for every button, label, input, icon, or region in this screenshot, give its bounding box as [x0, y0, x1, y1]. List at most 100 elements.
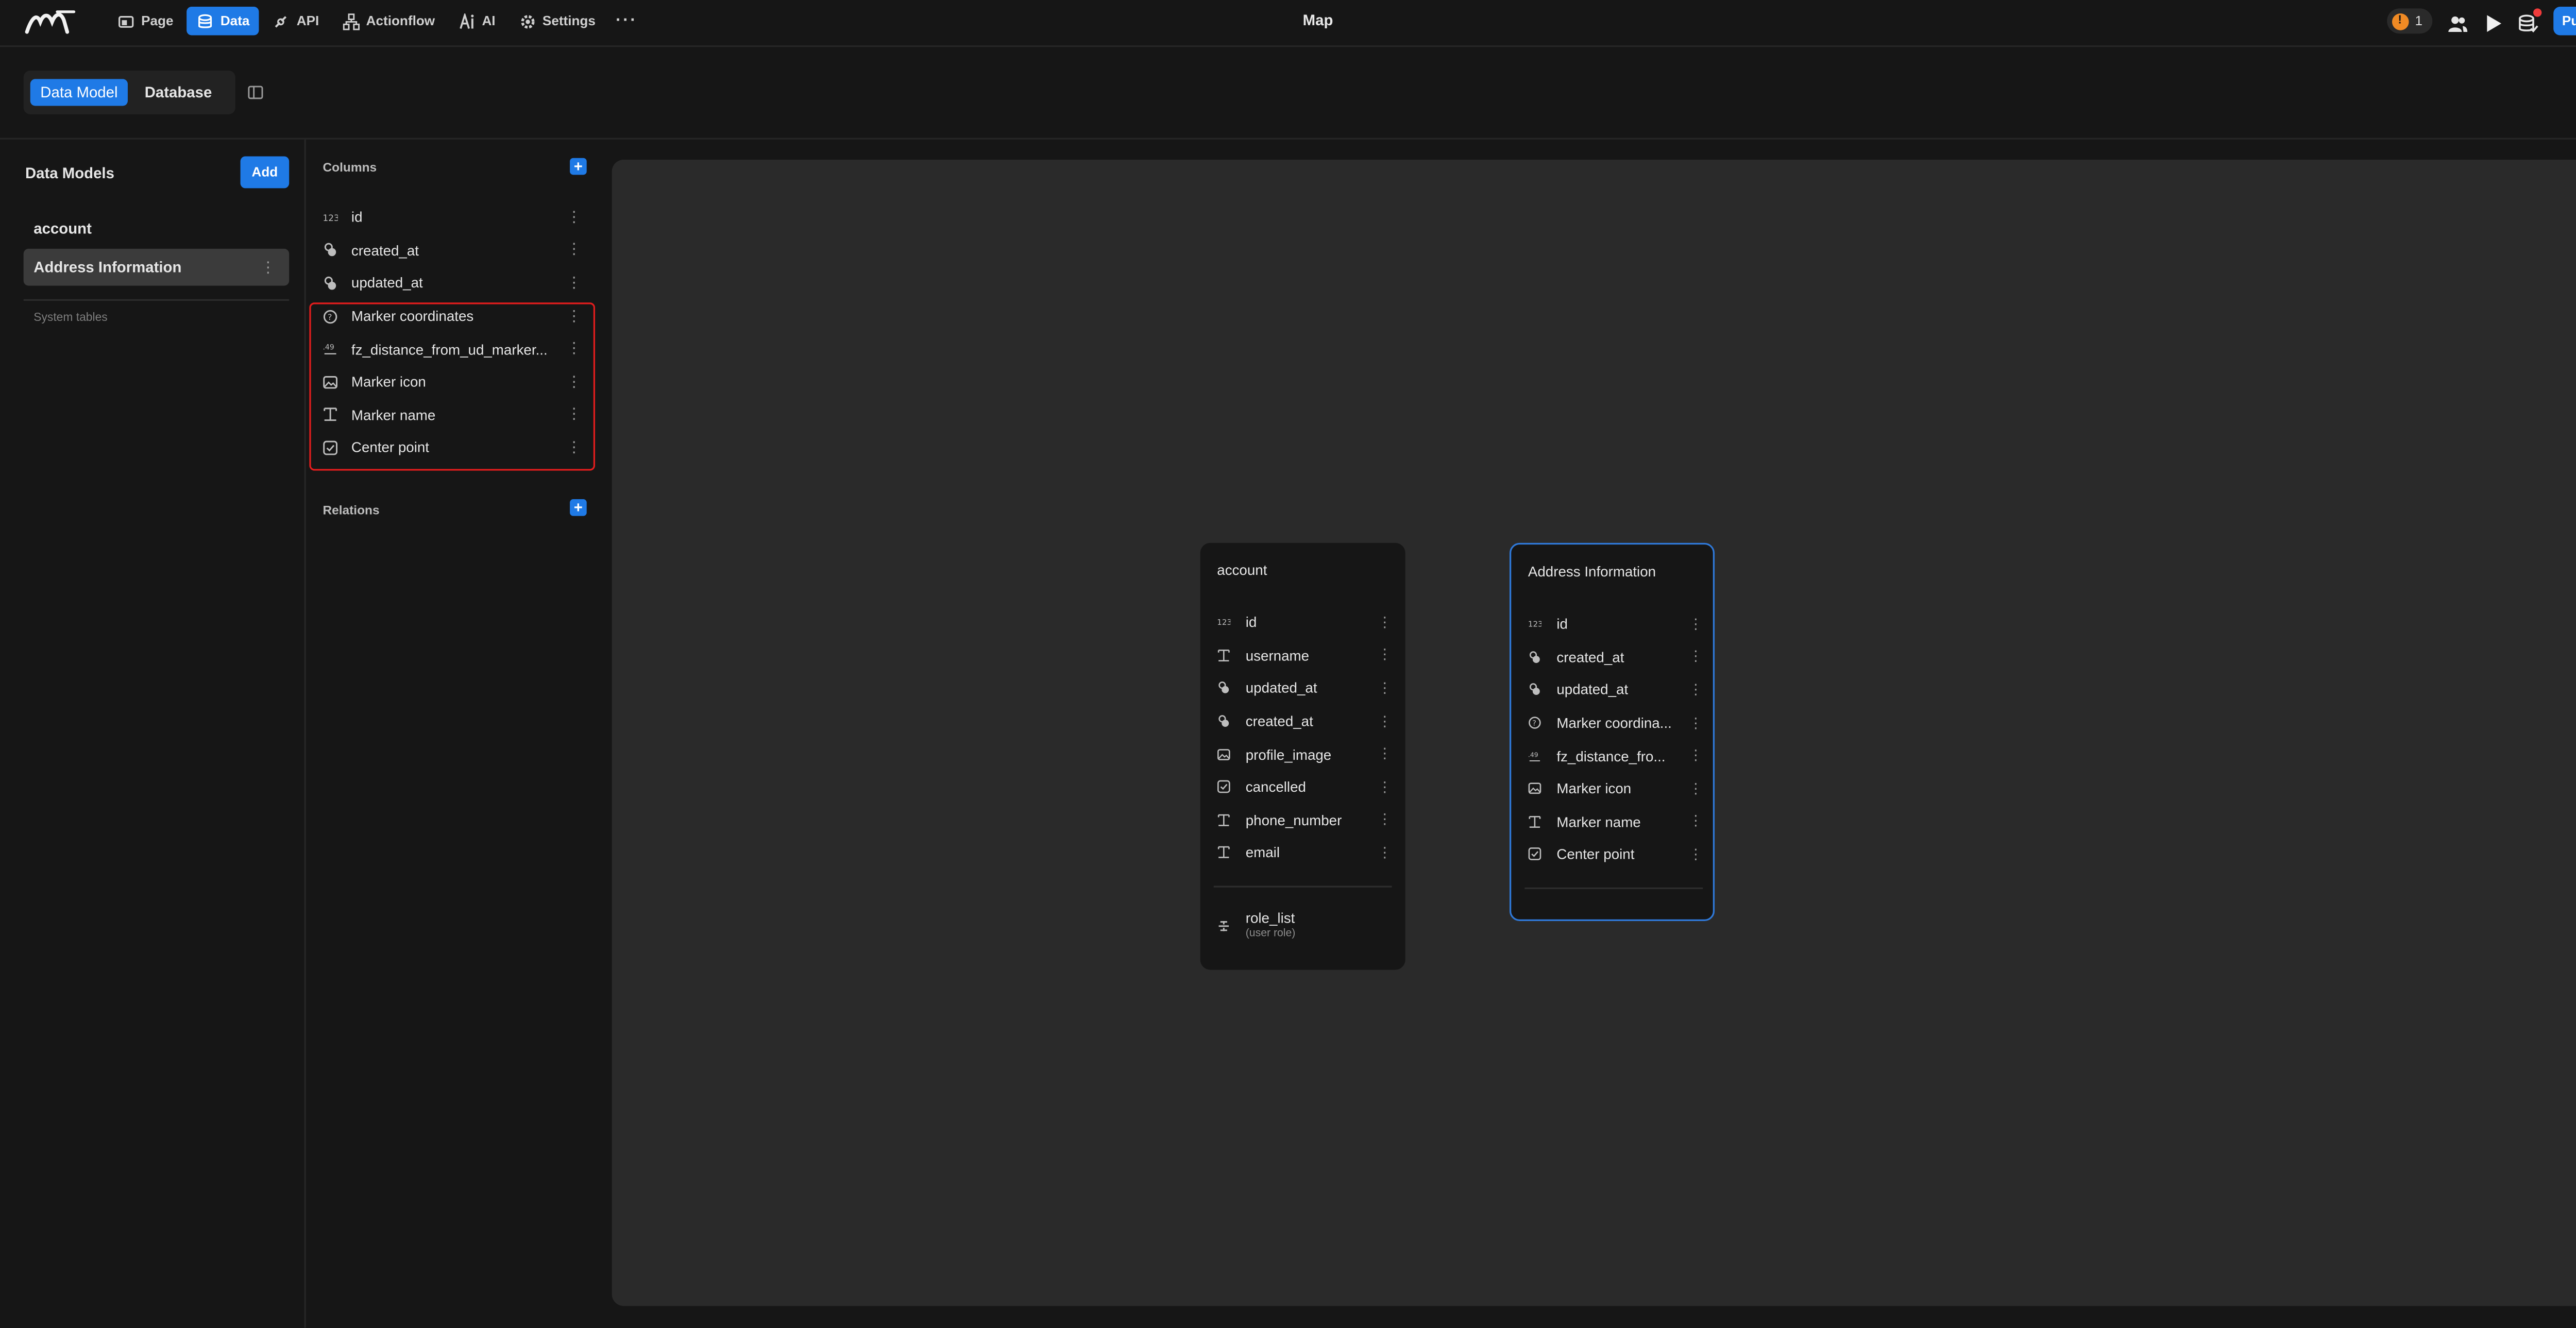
more-options-icon[interactable]: ⋮: [1378, 679, 1392, 697]
column-name: id: [351, 209, 363, 226]
text-icon: [1217, 846, 1230, 860]
api-icon: [276, 15, 287, 27]
more-options-icon[interactable]: ⋮: [1688, 648, 1703, 666]
column-row[interactable]: created_at ⋮: [323, 234, 591, 267]
diagram-canvas[interactable]: account 123 id ⋮ username ⋮ updated_at ⋮ create…: [612, 159, 2576, 1306]
relation-row[interactable]: role_list (user role): [1217, 909, 1295, 940]
column-name: created_at: [351, 242, 419, 259]
card-column-row[interactable]: Center point ⋮: [1528, 838, 1703, 871]
more-options-icon[interactable]: ⋮: [1688, 615, 1703, 634]
timestamp-icon: [1528, 650, 1541, 663]
image-icon: [1528, 782, 1541, 795]
card-column-row[interactable]: phone_number ⋮: [1217, 804, 1392, 837]
sidebar-title: Data Models: [25, 164, 114, 182]
more-options-icon[interactable]: ⋮: [1378, 613, 1392, 632]
more-options-icon[interactable]: ⋮: [1688, 845, 1703, 864]
add-model-button[interactable]: Add: [240, 156, 290, 189]
text-icon: [1217, 649, 1230, 662]
model-card-account[interactable]: account 123 id ⋮ username ⋮ updated_at ⋮ create…: [1200, 542, 1405, 970]
panel-toggle-icon[interactable]: [247, 84, 264, 101]
more-menu-icon[interactable]: ···: [609, 7, 645, 35]
card-column-row[interactable]: Marker name ⋮: [1528, 805, 1703, 838]
more-options-icon[interactable]: ⋮: [1688, 779, 1703, 798]
column-name: created_at: [1245, 712, 1313, 730]
add-column-button[interactable]: +: [570, 158, 587, 175]
data-models-sidebar: Data Models Add account Address Informat…: [0, 139, 306, 1328]
card-column-row[interactable]: updated_at ⋮: [1528, 673, 1703, 706]
checkbox-icon: [1217, 780, 1230, 794]
card-column-row[interactable]: 123 id ⋮: [1217, 606, 1392, 639]
deploy-status-icon[interactable]: [2518, 7, 2542, 32]
app-logo-icon[interactable]: [24, 7, 77, 37]
more-options-icon[interactable]: ⋮: [1378, 811, 1392, 829]
column-name: Marker icon: [1556, 780, 1632, 797]
column-name: username: [1245, 646, 1310, 664]
publish-button[interactable]: Publish: [2553, 7, 2576, 36]
model-card-address-information[interactable]: Address Information 123 id ⋮ created_at ⋮ upd…: [1509, 542, 1715, 922]
warning-count: 1: [2415, 13, 2423, 29]
nav-page[interactable]: Page: [108, 7, 183, 35]
columns-panel: Columns + 123 id ⋮ created_at ⋮ updated_at ⋮? M…: [306, 140, 608, 1328]
card-column-row[interactable]: updated_at ⋮: [1217, 672, 1392, 705]
collaborators-icon[interactable]: [2448, 11, 2468, 31]
nav-data-label: Data: [220, 13, 250, 29]
card-column-row[interactable]: .49 fz_distance_fro... ⋮: [1528, 739, 1703, 772]
add-relation-button[interactable]: +: [570, 499, 587, 516]
timestamp-icon: [323, 243, 337, 258]
nav-ai-label: AI: [482, 13, 496, 29]
timestamp-icon: [323, 276, 337, 291]
tab-data-model[interactable]: Data Model: [30, 79, 128, 106]
more-options-icon[interactable]: ⋮: [567, 241, 582, 260]
more-options-icon[interactable]: ⋮: [1688, 812, 1703, 831]
sidebar-item-label: account: [33, 220, 92, 237]
card-column-row[interactable]: Marker icon ⋮: [1528, 772, 1703, 805]
divider: [23, 299, 290, 301]
more-options-icon[interactable]: ⋮: [1688, 680, 1703, 699]
nav-api-label: API: [296, 13, 319, 29]
sidebar-item-account[interactable]: account: [24, 210, 290, 247]
column-name: cancelled: [1245, 778, 1306, 796]
main-nav: Page Data API Actionflow AI Settings ···: [108, 7, 645, 36]
more-options-icon[interactable]: ⋮: [567, 274, 582, 293]
nav-settings[interactable]: Settings: [509, 7, 606, 35]
system-tables-link[interactable]: System tables: [33, 313, 107, 325]
column-name: profile_image: [1245, 745, 1332, 763]
svg-text:123: 123: [1217, 618, 1230, 627]
card-column-row[interactable]: cancelled ⋮: [1217, 771, 1392, 804]
more-options-icon[interactable]: ⋮: [567, 208, 582, 227]
relations-section-title: Relations: [323, 502, 380, 518]
more-options-icon[interactable]: ⋮: [1378, 646, 1392, 665]
warning-badge[interactable]: ! 1: [2386, 8, 2433, 34]
card-column-row[interactable]: 123 id ⋮: [1528, 608, 1703, 641]
nav-data[interactable]: Data: [187, 7, 260, 36]
card-column-row[interactable]: ? Marker coordina... ⋮: [1528, 706, 1703, 739]
card-column-row[interactable]: profile_image ⋮: [1217, 738, 1392, 771]
column-name: updated_at: [1245, 679, 1317, 697]
card-column-row[interactable]: created_at ⋮: [1217, 705, 1392, 738]
preview-play-icon[interactable]: [2483, 11, 2503, 31]
nav-api[interactable]: API: [263, 7, 329, 35]
card-column-row[interactable]: email ⋮: [1217, 837, 1392, 870]
card-title: account: [1217, 561, 1267, 578]
relation-target: (user role): [1245, 928, 1296, 940]
card-column-row[interactable]: username ⋮: [1217, 639, 1392, 672]
sidebar-item-address-information[interactable]: Address Information ⋮: [23, 248, 290, 286]
more-options-icon[interactable]: ⋮: [1378, 745, 1392, 763]
right-toolbar: ! 1 Publish: [2386, 7, 2576, 36]
more-options-icon[interactable]: ⋮: [1378, 778, 1392, 796]
top-bar: Page Data API Actionflow AI Settings ···…: [0, 0, 2576, 47]
number-icon: 123: [1217, 616, 1230, 629]
column-row[interactable]: updated_at ⋮: [323, 267, 591, 300]
nav-ai[interactable]: AI: [448, 7, 505, 35]
more-options-icon[interactable]: ⋮: [1688, 746, 1703, 765]
column-row[interactable]: 123 id ⋮: [323, 201, 591, 234]
column-name: phone_number: [1245, 811, 1342, 829]
card-column-row[interactable]: created_at ⋮: [1528, 640, 1703, 673]
more-options-icon[interactable]: ⋮: [1378, 844, 1392, 862]
tab-database[interactable]: Database: [134, 79, 222, 106]
more-options-icon[interactable]: ⋮: [1378, 712, 1392, 730]
svg-text:123: 123: [323, 212, 337, 223]
more-options-icon[interactable]: ⋮: [1688, 713, 1703, 732]
more-options-icon[interactable]: ⋮: [261, 249, 276, 286]
nav-actionflow[interactable]: Actionflow: [332, 7, 445, 35]
